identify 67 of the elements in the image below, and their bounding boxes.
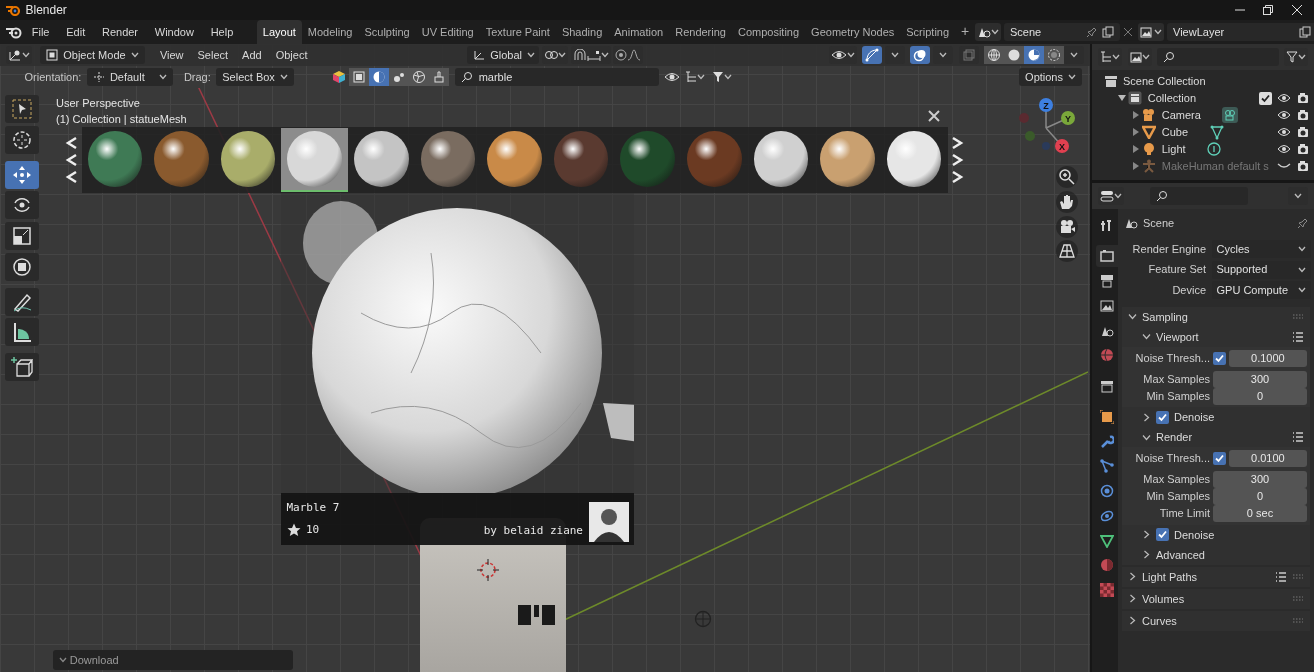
field-label: Device	[1171, 283, 1206, 298]
dropdown-field[interactable]: GPU Compute	[1211, 281, 1312, 300]
field-label: Feature Set	[1147, 262, 1206, 278]
navigation-gizmo-drawing[interactable]: Z Y X	[1010, 96, 1082, 160]
menu-item[interactable]: Window	[147, 21, 201, 43]
menu-item[interactable]: Select	[190, 44, 236, 66]
view-layer-selector[interactable]: ViewLayer	[1167, 23, 1314, 41]
transform-orientation-dropdown[interactable]: Global	[467, 46, 540, 64]
menu-item[interactable]: View	[152, 44, 191, 66]
material-name: Marble 7	[286, 499, 340, 516]
panel-header[interactable]: Volumes	[1122, 588, 1310, 609]
panel-header[interactable]: Curves	[1122, 610, 1310, 631]
field-label: Noise Thresh...	[1134, 451, 1210, 467]
menu-item[interactable]: Help	[203, 21, 241, 43]
like-count: 10	[306, 521, 320, 538]
workspace-tab[interactable]: Shading	[555, 19, 609, 44]
workspace-tab[interactable]: Geometry Nodes	[805, 19, 901, 44]
number-field[interactable]: 0.0100	[1228, 450, 1308, 467]
menu-item[interactable]: Edit	[59, 21, 93, 43]
orientation-label: Orientation:	[24, 69, 82, 85]
field-label: Min Samples	[1145, 388, 1210, 404]
author-name: by belaid ziane	[483, 523, 583, 539]
outliner-item-label[interactable]: Scene Collection	[1123, 73, 1206, 90]
panel-header[interactable]: Light Paths	[1122, 566, 1310, 587]
workspace-tab[interactable]: Compositing	[731, 19, 806, 44]
number-field[interactable]: 0.1000	[1228, 349, 1308, 367]
workspace-tab[interactable]: Texture Paint	[479, 19, 556, 44]
viewport-info-text: (1) Collection | statueMesh	[56, 112, 187, 127]
search-field[interactable]: marble	[454, 68, 659, 86]
menu-item[interactable]: File	[24, 21, 57, 43]
options-dropdown[interactable]: Options	[1019, 68, 1082, 86]
number-field[interactable]: 0 sec	[1212, 505, 1308, 522]
add-workspace-button[interactable]: +	[955, 21, 976, 44]
field-label: Max Samples	[1142, 371, 1210, 387]
drag-dropdown[interactable]: Select Box	[216, 68, 294, 86]
number-field[interactable]: 300	[1212, 370, 1308, 388]
workspace-tab[interactable]: UV Editing	[415, 19, 480, 44]
viewport-info-text: User Perspective	[56, 96, 141, 111]
field-label: Render Engine	[1131, 241, 1206, 257]
field-label: Noise Thresh...	[1134, 350, 1210, 366]
orientation-dropdown[interactable]: Default	[86, 68, 173, 86]
field-label: Min Samples	[1145, 489, 1210, 505]
download-panel[interactable]: Download	[53, 650, 293, 670]
menu-item[interactable]: Object	[268, 44, 315, 66]
workspace-tab[interactable]: Animation	[608, 19, 670, 44]
workspace-tab[interactable]: Sculpting	[358, 19, 416, 44]
dropdown-field[interactable]: Supported	[1211, 260, 1312, 279]
number-field[interactable]: 300	[1212, 471, 1308, 488]
number-field[interactable]: 0	[1212, 488, 1308, 505]
scene-selector[interactable]: Scene	[1004, 23, 1120, 41]
window-title: Blender	[25, 2, 67, 19]
drag-label: Drag:	[183, 69, 211, 85]
mode-dropdown[interactable]: Object Mode	[40, 46, 145, 64]
outliner-item-label[interactable]: Light	[1161, 141, 1186, 158]
field-label: Time Limit	[1158, 506, 1210, 522]
menu-item[interactable]: Render	[94, 21, 146, 43]
outliner-item-label[interactable]: Collection	[1147, 90, 1197, 107]
workspace-tab[interactable]: Modeling	[301, 19, 359, 44]
context-label: Scene	[1143, 215, 1175, 231]
menu-item[interactable]: Add	[235, 44, 269, 66]
workspace-tab[interactable]: Layout	[256, 19, 302, 44]
workspace-tab[interactable]: Scripting	[900, 19, 956, 44]
outliner-item-label[interactable]: Camera	[1161, 107, 1201, 124]
field-label: Max Samples	[1142, 472, 1210, 488]
workspace-tab[interactable]: Rendering	[669, 19, 732, 44]
outliner-item-label[interactable]: Cube	[1161, 124, 1189, 141]
dropdown-field[interactable]: Cycles	[1211, 239, 1312, 258]
